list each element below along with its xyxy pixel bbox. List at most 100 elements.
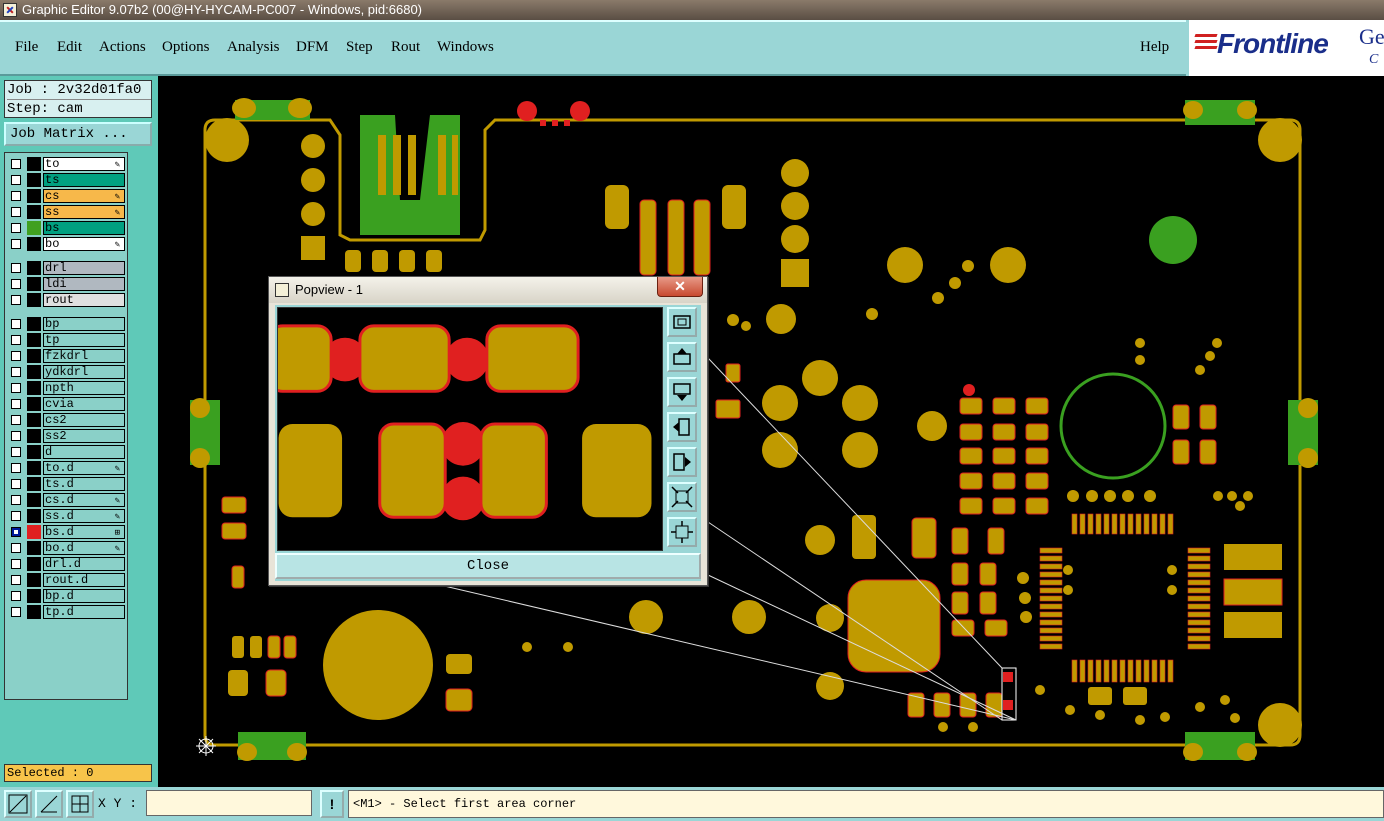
layer-name[interactable]: bs xyxy=(43,221,125,235)
layer-color-swatch[interactable] xyxy=(27,333,41,347)
layer-row[interactable]: cs ✎ xyxy=(7,189,127,204)
popview-zoom-home-button[interactable] xyxy=(667,307,697,337)
layer-color-swatch[interactable] xyxy=(27,413,41,427)
popview-pan-down-button[interactable] xyxy=(667,377,697,407)
layer-name[interactable]: bs.d ⊞ xyxy=(43,525,125,539)
layer-row[interactable]: drl xyxy=(7,261,127,276)
layer-color-swatch[interactable] xyxy=(27,541,41,555)
popview-pan-left-button[interactable] xyxy=(667,412,697,442)
layer-color-swatch[interactable] xyxy=(27,237,41,251)
layer-checkbox[interactable] xyxy=(11,279,21,289)
layer-name[interactable]: ldi xyxy=(43,277,125,291)
layer-color-swatch[interactable] xyxy=(27,445,41,459)
layer-checkbox[interactable] xyxy=(11,511,21,521)
layer-row[interactable]: bs xyxy=(7,221,127,236)
layer-color-swatch[interactable] xyxy=(27,157,41,171)
layer-checkbox[interactable] xyxy=(11,207,21,217)
layer-row[interactable]: ydkdrl xyxy=(7,365,127,380)
menu-file[interactable]: File xyxy=(15,39,38,56)
popview-close-button[interactable]: Close xyxy=(275,553,701,579)
grid-tool-button[interactable] xyxy=(66,790,94,818)
layer-row[interactable]: to.d ✎ xyxy=(7,461,127,476)
layer-row[interactable]: to ✎ xyxy=(7,157,127,172)
layer-row[interactable]: ldi xyxy=(7,277,127,292)
menu-analysis[interactable]: Analysis xyxy=(227,39,280,56)
layer-color-swatch[interactable] xyxy=(27,509,41,523)
layer-color-swatch[interactable] xyxy=(27,173,41,187)
popview-zoom-out-button[interactable] xyxy=(667,517,697,547)
layer-row[interactable]: tp.d xyxy=(7,605,127,620)
layer-color-swatch[interactable] xyxy=(27,261,41,275)
layer-color-swatch[interactable] xyxy=(27,189,41,203)
layer-color-swatch[interactable] xyxy=(27,493,41,507)
layer-checkbox[interactable] xyxy=(11,367,21,377)
layer-color-swatch[interactable] xyxy=(27,381,41,395)
layer-color-swatch[interactable] xyxy=(27,397,41,411)
layer-checkbox[interactable] xyxy=(11,575,21,585)
layer-checkbox[interactable] xyxy=(11,415,21,425)
menu-help[interactable]: Help xyxy=(1140,39,1169,56)
menu-actions[interactable]: Actions xyxy=(99,39,146,56)
layer-row[interactable]: bp.d xyxy=(7,589,127,604)
layer-checkbox[interactable] xyxy=(11,295,21,305)
layer-checkbox[interactable] xyxy=(11,495,21,505)
layer-name[interactable]: fzkdrl xyxy=(43,349,125,363)
layer-name[interactable]: cs ✎ xyxy=(43,189,125,203)
layer-row[interactable]: ss.d ✎ xyxy=(7,509,127,524)
layer-checkbox[interactable] xyxy=(11,191,21,201)
layer-row[interactable]: bo.d ✎ xyxy=(7,541,127,556)
popview-close-x-button[interactable]: ✕ xyxy=(657,277,703,297)
layer-row[interactable]: tp xyxy=(7,333,127,348)
layer-row[interactable]: bo ✎ xyxy=(7,237,127,252)
popview-zoom-view[interactable] xyxy=(277,307,663,551)
layer-row[interactable]: drl.d xyxy=(7,557,127,572)
layer-checkbox[interactable] xyxy=(11,351,21,361)
layer-name[interactable]: drl xyxy=(43,261,125,275)
layer-color-swatch[interactable] xyxy=(27,365,41,379)
layer-name[interactable]: to.d ✎ xyxy=(43,461,125,475)
layer-color-swatch[interactable] xyxy=(27,317,41,331)
layer-checkbox[interactable] xyxy=(11,559,21,569)
layer-row[interactable]: d xyxy=(7,445,127,460)
layer-name[interactable]: ss ✎ xyxy=(43,205,125,219)
layer-name[interactable]: drl.d xyxy=(43,557,125,571)
layer-checkbox[interactable] xyxy=(11,479,21,489)
layer-name[interactable]: bp.d xyxy=(43,589,125,603)
layer-name[interactable]: bo ✎ xyxy=(43,237,125,251)
layer-checkbox[interactable] xyxy=(11,447,21,457)
layer-checkbox[interactable] xyxy=(11,319,21,329)
layer-checkbox[interactable] xyxy=(11,223,21,233)
layer-checkbox[interactable] xyxy=(11,239,21,249)
layer-checkbox[interactable] xyxy=(11,527,21,537)
xy-input[interactable] xyxy=(146,790,312,816)
layer-name[interactable]: cvia xyxy=(43,397,125,411)
layer-name[interactable]: bp xyxy=(43,317,125,331)
layer-checkbox[interactable] xyxy=(11,383,21,393)
menu-step[interactable]: Step xyxy=(346,39,373,56)
layer-checkbox[interactable] xyxy=(11,591,21,601)
popview-titlebar[interactable]: Popview - 1 ✕ xyxy=(269,277,707,303)
popview-pan-up-button[interactable] xyxy=(667,342,697,372)
layer-name[interactable]: ss.d ✎ xyxy=(43,509,125,523)
layer-row[interactable]: rout xyxy=(7,293,127,308)
layer-checkbox[interactable] xyxy=(11,263,21,273)
layer-color-swatch[interactable] xyxy=(27,557,41,571)
layer-name[interactable]: d xyxy=(43,445,125,459)
layer-name[interactable]: ss2 xyxy=(43,429,125,443)
layer-checkbox[interactable] xyxy=(11,399,21,409)
layer-row[interactable]: ts xyxy=(7,173,127,188)
snap-tool-button[interactable] xyxy=(35,790,63,818)
layer-row[interactable]: bp xyxy=(7,317,127,332)
layer-name[interactable]: cs.d ✎ xyxy=(43,493,125,507)
popview-zoom-in-button[interactable] xyxy=(667,482,697,512)
layer-color-swatch[interactable] xyxy=(27,205,41,219)
layer-row[interactable]: rout.d xyxy=(7,573,127,588)
measure-tool-button[interactable] xyxy=(4,790,32,818)
layer-checkbox[interactable] xyxy=(11,159,21,169)
layer-row[interactable]: ts.d xyxy=(7,477,127,492)
layer-color-swatch[interactable] xyxy=(27,349,41,363)
layer-row[interactable]: cs.d ✎ xyxy=(7,493,127,508)
layer-checkbox[interactable] xyxy=(11,431,21,441)
layer-checkbox[interactable] xyxy=(11,335,21,345)
layer-color-swatch[interactable] xyxy=(27,589,41,603)
